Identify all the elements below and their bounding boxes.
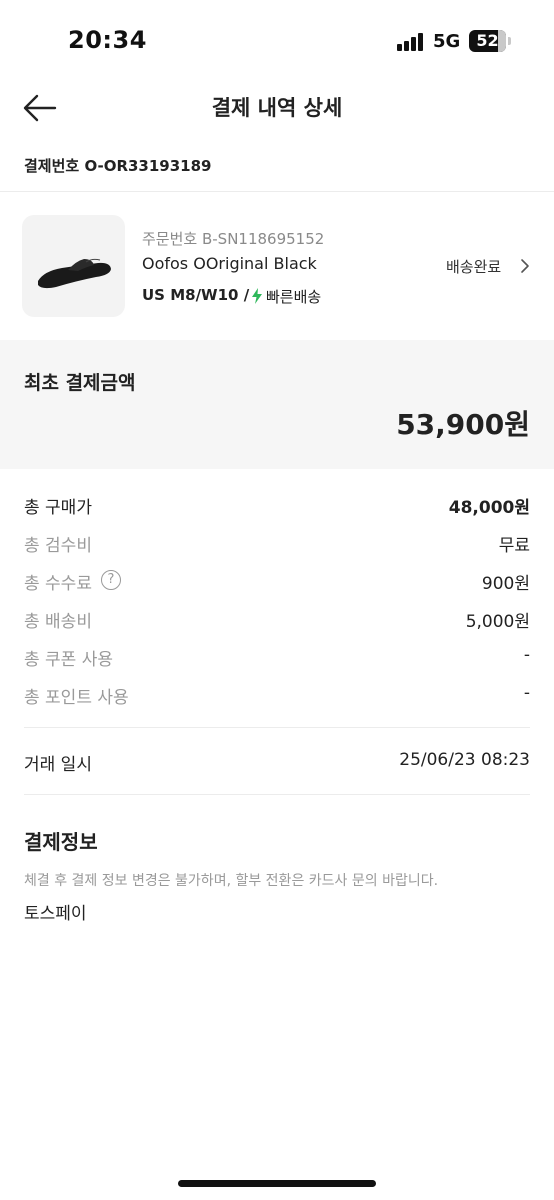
row-value-points: - [523, 683, 530, 703]
product-image[interactable] [22, 215, 125, 317]
status-time: 20:34 [68, 26, 147, 54]
total-payment-label: 최초 결제금액 [24, 372, 136, 394]
divider [0, 191, 554, 192]
total-payment-amount: 53,900원 [396, 408, 530, 441]
delivery-status-link[interactable]: 배송완료 [446, 256, 501, 277]
header: 결제 내역 상세 [0, 78, 554, 138]
help-icon[interactable]: ? [101, 570, 121, 590]
status-bar: 20:34 5G 52 [0, 0, 554, 78]
row-value-shipping-fee: 5,000원 [465, 612, 530, 632]
payment-info-notice: 체결 후 결제 정보 변경은 불가하며, 할부 전환은 카드사 문의 바랍니다. [24, 873, 439, 889]
product-option: US M8/W10 / [142, 286, 250, 304]
payment-info-title: 결제정보 [24, 830, 98, 854]
row-value-purchase-price: 48,000원 [448, 498, 530, 518]
sandal-image [38, 258, 111, 289]
section-divider [24, 727, 530, 728]
row-label-shipping-fee: 총 배송비 [24, 612, 92, 632]
chevron-right-icon[interactable] [519, 258, 531, 274]
page-title: 결제 내역 상세 [211, 96, 343, 120]
row-value-inspection-fee: 무료 [498, 536, 530, 556]
transaction-date-value: 25/06/23 08:23 [399, 750, 530, 770]
lightning-icon [252, 288, 262, 304]
row-label-commission: 총 수수료 [24, 574, 92, 594]
row-label-inspection-fee: 총 검수비 [24, 536, 92, 556]
product-name[interactable]: Oofos OOriginal Black [142, 254, 317, 273]
fast-delivery-label: 빠른배송 [266, 288, 322, 306]
home-indicator[interactable] [178, 1180, 376, 1187]
section-divider [24, 794, 530, 795]
order-number-value: O-OR33193189 [84, 157, 212, 175]
order-number-label: 결제번호 [24, 157, 80, 175]
battery-icon: 52 [469, 30, 506, 52]
signal-icon [397, 33, 425, 51]
row-label-points: 총 포인트 사용 [24, 688, 129, 708]
order-number: 결제번호 O-OR33193189 [24, 155, 212, 176]
transaction-date-label: 거래 일시 [24, 755, 92, 775]
row-label-purchase-price: 총 구매가 [24, 498, 92, 518]
row-value-commission: 900원 [481, 574, 530, 594]
row-value-coupon: - [523, 645, 530, 665]
sub-order-number: 주문번호 B-SN118695152 [142, 230, 325, 248]
payment-method: 토스페이 [24, 904, 87, 924]
battery-cap [508, 37, 511, 45]
row-label-coupon: 총 쿠폰 사용 [24, 650, 114, 670]
network-label: 5G [433, 31, 461, 52]
battery-level: 52 [476, 31, 499, 50]
